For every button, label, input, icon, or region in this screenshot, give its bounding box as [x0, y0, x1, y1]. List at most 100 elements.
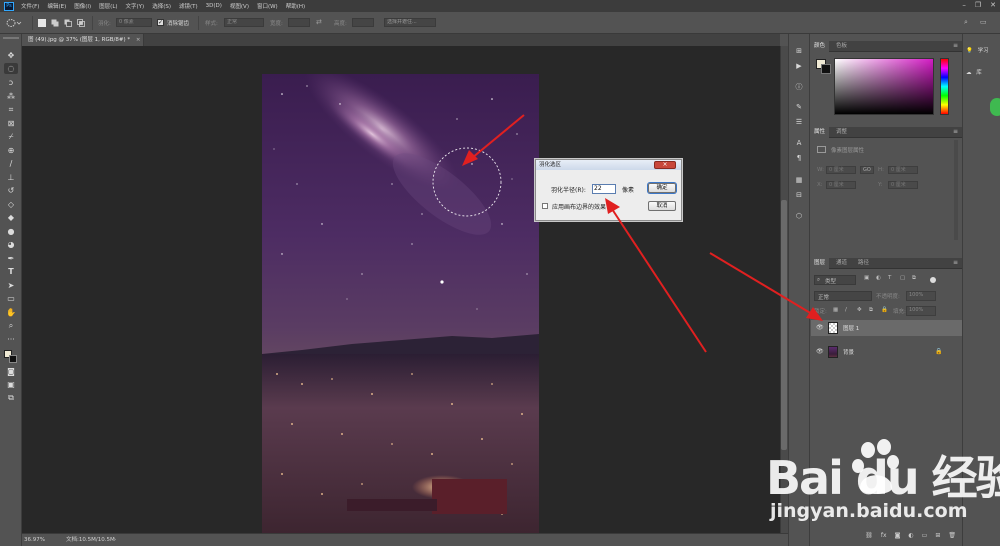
close-icon[interactable]: ✕ [990, 1, 996, 9]
tab-paths[interactable]: 路径 [854, 258, 873, 269]
move-tool-icon[interactable]: ✥ [4, 50, 18, 61]
status-arrow-icon[interactable]: › [114, 534, 116, 546]
eyedropper-tool-icon[interactable]: ⌿ [4, 131, 18, 142]
glyphs-panel-icon[interactable]: ▦ [793, 175, 805, 185]
timeline-panel-icon[interactable]: ⊟ [793, 190, 805, 200]
new-selection-icon[interactable] [38, 19, 46, 27]
filter-adjustment-icon[interactable]: ◐ [876, 275, 881, 285]
opacity-input[interactable]: 100% [906, 291, 936, 301]
h-field[interactable]: 0 厘米 [888, 166, 918, 174]
layer-name[interactable]: 图层 1 [843, 324, 859, 332]
tab-properties[interactable]: 属性 [810, 127, 830, 138]
swap-icon[interactable]: ⇄ [316, 18, 322, 26]
3d-panel-icon[interactable]: ⬡ [793, 211, 805, 221]
layer-filter-select[interactable]: ⌕ 类型 [814, 275, 856, 285]
crop-tool-icon[interactable]: ⌗ [4, 104, 18, 115]
document-tab[interactable]: 图 (49).jpg @ 37% (图层 1, RGB/8#) * × [22, 34, 144, 46]
apply-edge-checkbox[interactable] [542, 203, 548, 209]
clone-stamp-tool-icon[interactable]: ⊥ [4, 172, 18, 183]
layer-row[interactable]: 👁 图层 1 [811, 320, 962, 336]
blur-tool-icon[interactable]: ● [4, 226, 18, 237]
menu-type[interactable]: 文字(Y) [122, 2, 149, 10]
dialog-close-button[interactable]: × [654, 161, 676, 169]
antialias-checkbox[interactable]: ✓ [157, 19, 164, 26]
width-input[interactable] [288, 18, 310, 27]
rectangle-tool-icon[interactable]: ▭ [4, 293, 18, 304]
paragraph-panel-icon[interactable]: ¶ [793, 153, 805, 163]
hue-slider[interactable] [940, 58, 949, 115]
cancel-button[interactable]: 取消 [648, 201, 676, 211]
blend-mode-select[interactable]: 正常 [814, 291, 872, 301]
feather-radius-input[interactable]: 22 [592, 184, 616, 194]
zoom-tool-icon[interactable]: ⌕ [4, 320, 18, 331]
filter-toggle-icon[interactable] [930, 277, 936, 283]
x-field[interactable]: 0 厘米 [826, 181, 856, 189]
background-color[interactable] [821, 64, 831, 74]
w-field[interactable]: 0 厘米 [826, 166, 856, 174]
lock-artboard-icon[interactable]: ⧉ [869, 307, 873, 317]
group-icon[interactable]: ▭ [922, 532, 928, 539]
path-selection-tool-icon[interactable]: ➤ [4, 280, 18, 291]
lock-all-icon[interactable]: 🔒 [881, 307, 888, 317]
panel-menu-icon[interactable]: ≡ [953, 42, 958, 49]
menu-filter[interactable]: 滤镜(T) [175, 2, 202, 10]
menu-window[interactable]: 窗口(W) [253, 2, 282, 10]
subtract-selection-icon[interactable] [64, 19, 72, 27]
filter-type-icon[interactable]: T [888, 275, 891, 285]
fill-input[interactable]: 100% [906, 306, 936, 316]
menu-file[interactable]: 文件(F) [17, 2, 43, 10]
menu-select[interactable]: 选择(S) [148, 2, 175, 10]
panel-menu-icon[interactable]: ≡ [953, 128, 958, 135]
libraries-panel-button[interactable]: ☁ 库 [966, 68, 982, 76]
learn-panel-button[interactable]: 💡 学习 [966, 46, 989, 54]
edit-toolbar-icon[interactable]: ⧉ [4, 392, 18, 403]
add-mask-icon[interactable]: ◙ [895, 532, 901, 539]
intersect-selection-icon[interactable] [77, 19, 85, 27]
background-color-swatch[interactable] [9, 355, 17, 363]
eye-icon[interactable]: 👁 [816, 348, 824, 356]
tab-layers[interactable]: 图层 [810, 258, 830, 269]
menu-3d[interactable]: 3D(D) [202, 3, 226, 9]
tab-channels[interactable]: 通道 [832, 258, 851, 269]
tab-adjustments[interactable]: 调整 [832, 127, 851, 138]
more-tools-icon[interactable]: ··· [4, 334, 18, 345]
frame-tool-icon[interactable]: ⊠ [4, 118, 18, 129]
filter-smart-object-icon[interactable]: ⧉ [912, 275, 916, 285]
adjustment-layer-icon[interactable]: ◐ [908, 532, 913, 539]
delete-layer-icon[interactable]: 🗑 [948, 532, 956, 539]
adjustments-panel-icon[interactable]: ☰ [793, 117, 805, 127]
pen-tool-icon[interactable]: ✒ [4, 253, 18, 264]
filter-shape-icon[interactable]: ▢ [900, 275, 905, 285]
link-dimensions-button[interactable]: GO [860, 166, 874, 174]
tab-color[interactable]: 颜色 [810, 41, 830, 52]
brushes-panel-icon[interactable]: ✎ [793, 102, 805, 112]
color-spectrum[interactable] [834, 58, 934, 115]
feather-input[interactable]: 0 像素 [116, 18, 152, 27]
y-field[interactable]: 0 厘米 [888, 181, 918, 189]
layer-style-icon[interactable]: fx [881, 532, 887, 539]
lock-transparent-icon[interactable]: ▦ [833, 307, 838, 317]
history-panel-icon[interactable]: ⊞ [793, 46, 805, 56]
vertical-scrollbar-thumb[interactable] [781, 200, 787, 450]
zoom-level[interactable]: 36.97% [24, 534, 45, 546]
info-panel-icon[interactable]: ⓘ [793, 82, 805, 92]
close-tab-icon[interactable]: × [136, 37, 141, 43]
layer-row[interactable]: 👁 背景 🔒 [811, 344, 962, 360]
layer-name[interactable]: 背景 [843, 348, 854, 356]
canvas-image[interactable] [262, 74, 539, 533]
properties-scrollbar[interactable] [954, 140, 958, 240]
hand-tool-icon[interactable]: ✋ [4, 307, 18, 318]
link-layers-icon[interactable]: ⛓ [865, 532, 873, 539]
menu-help[interactable]: 帮助(H) [282, 2, 309, 10]
actions-play-icon[interactable]: ▶ [793, 61, 805, 71]
workspace-icon[interactable]: ▭ [980, 18, 987, 26]
character-panel-icon[interactable]: A [793, 138, 805, 148]
quick-selection-tool-icon[interactable]: ⁂ [4, 91, 18, 102]
restore-icon[interactable]: ❐ [975, 1, 981, 9]
menu-image[interactable]: 图像(I) [70, 2, 95, 10]
new-layer-icon[interactable]: ⊞ [935, 532, 940, 539]
brush-tool-icon[interactable]: ∕ [4, 158, 18, 169]
eye-icon[interactable]: 👁 [816, 324, 824, 332]
style-select[interactable]: 正常 [224, 18, 264, 27]
search-icon[interactable]: ⌕ [964, 18, 968, 27]
